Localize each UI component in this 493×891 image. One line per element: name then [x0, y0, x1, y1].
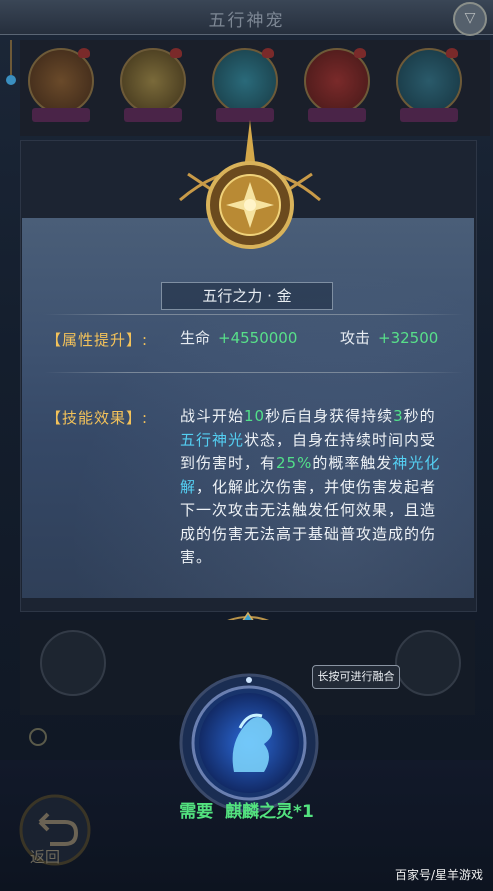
skill-description: 战斗开始10秒后自身获得持续3秒的五行神光状态，自身在持续时间内受到伤害时，有2…: [180, 407, 441, 566]
skill-label: 【技能效果】:: [46, 409, 149, 427]
attr-name: 攻击: [340, 329, 371, 347]
side-ornament: [4, 40, 18, 100]
upgrade-icon[interactable]: [395, 630, 461, 696]
attr-value: +32500: [378, 329, 439, 347]
fusion-tooltip: 长按可进行融合: [312, 665, 400, 689]
heart-icon: [78, 48, 90, 58]
pet-portrait[interactable]: [118, 48, 188, 126]
top-bar: 五行神宠 ▽: [0, 0, 493, 36]
pet-portrait[interactable]: [26, 48, 96, 126]
heart-icon: [354, 48, 366, 58]
back-label: 返回: [30, 848, 61, 866]
pet-portrait[interactable]: [394, 48, 464, 126]
metal-element-emblem-icon: [179, 120, 321, 249]
watermark: 百家号/星羊游戏: [394, 868, 483, 882]
requirement-item: 麒麟之灵*1: [225, 802, 314, 822]
heart-icon: [262, 48, 274, 58]
page-title: 五行神宠: [208, 11, 285, 31]
attr-hp: 生命 +4550000: [180, 327, 297, 348]
swords-icon[interactable]: [40, 630, 106, 696]
qilin-spirit-orb[interactable]: [178, 672, 320, 814]
requirement-prefix: 需要: [179, 802, 214, 822]
pet-portrait[interactable]: [302, 48, 372, 126]
attr-name: 生命: [180, 329, 211, 347]
divider: [44, 314, 464, 315]
heart-icon: [446, 48, 458, 58]
attr-attack: 攻击 +32500: [340, 327, 438, 348]
chevron-down-icon: ▽: [464, 10, 476, 26]
close-button[interactable]: ▽: [453, 2, 487, 36]
attr-value: +4550000: [218, 329, 298, 347]
modal-subtitle: 五行之力 · 金: [161, 282, 333, 310]
pet-portrait[interactable]: [210, 48, 280, 126]
divider: [44, 372, 464, 373]
attr-label: 【属性提升】:: [46, 331, 149, 349]
heart-icon: [170, 48, 182, 58]
